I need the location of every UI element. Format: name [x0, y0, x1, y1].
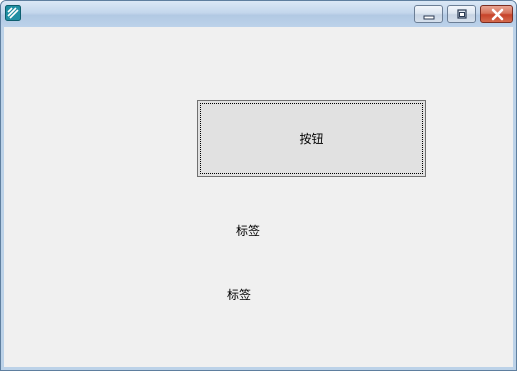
maximize-button[interactable]	[447, 5, 476, 23]
close-icon	[491, 8, 504, 21]
static-label-1: 标签	[236, 224, 261, 238]
push-button-label: 按钮	[299, 132, 324, 146]
minimize-icon	[423, 15, 435, 20]
static-label-2: 标签	[227, 288, 252, 302]
app-icon[interactable]	[5, 5, 21, 21]
title-bar[interactable]	[1, 1, 516, 27]
client-area: 按钮 标签 标签	[4, 27, 513, 367]
app-window: 按钮 标签 标签	[0, 0, 517, 371]
close-button[interactable]	[480, 5, 513, 23]
minimize-button[interactable]	[414, 5, 443, 23]
push-button[interactable]: 按钮	[197, 100, 426, 177]
restore-icon	[457, 9, 467, 19]
